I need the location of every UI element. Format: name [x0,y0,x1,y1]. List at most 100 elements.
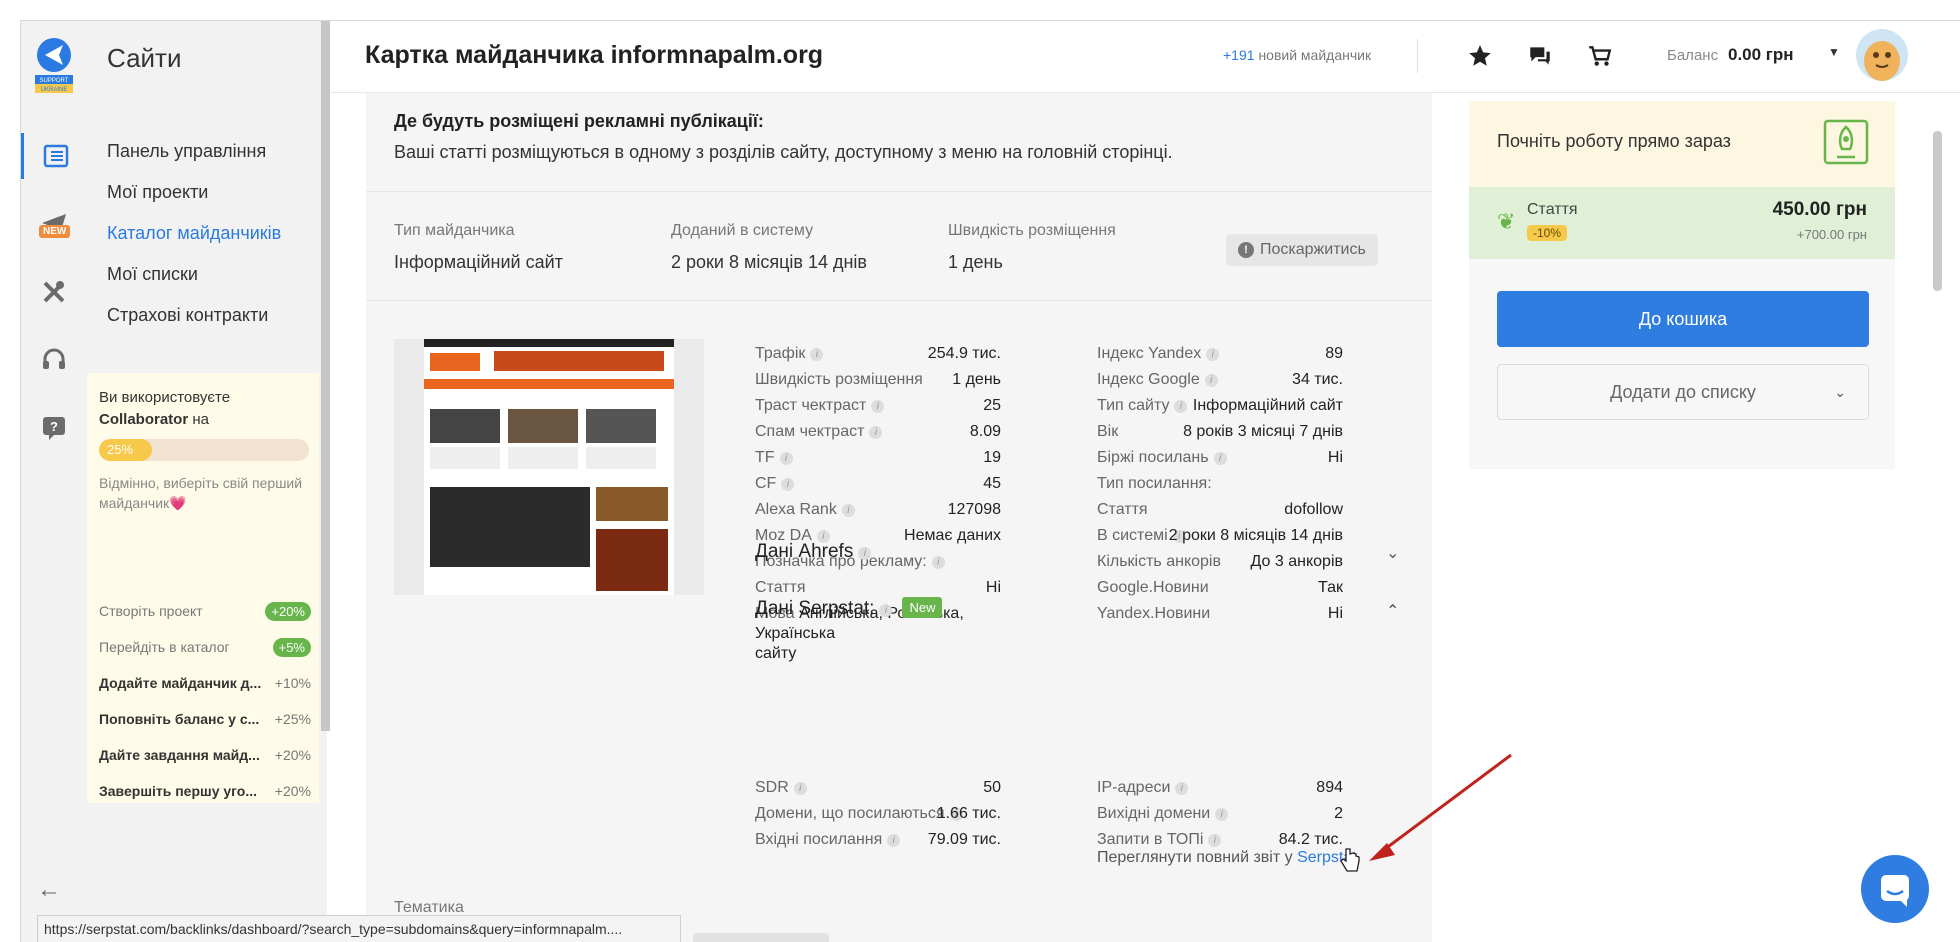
stat-value: Немає даних [904,527,1001,544]
balance-label: Баланс [1667,47,1719,64]
info-icon: i [858,547,872,560]
info-icon[interactable]: i [779,452,793,465]
user-avatar[interactable] [1856,29,1908,81]
stat-label: Швидкість розміщення [755,371,923,388]
serpstat-section-title[interactable]: Дані Serpstat: i New [755,597,943,620]
rocket-icon [1823,119,1869,165]
support-ukraine-logo[interactable]: SUPPORT UKRAINE [33,35,75,95]
support-chat-button[interactable] [1861,855,1929,923]
stat-value: Ні [1327,449,1343,466]
favorites-star-icon[interactable] [1467,43,1493,69]
chevron-up-icon[interactable]: ⌃ [1386,601,1399,621]
balance-caret-icon[interactable]: ▼ [1828,45,1840,59]
stat-value: 1 день [952,371,1001,388]
collaborator-onboarding: Ви використовуєте Collaborator на 25% Ві… [87,373,319,803]
info-icon[interactable]: i [871,400,885,413]
task-points: +10% [274,675,311,691]
info-icon[interactable]: i [1206,348,1220,361]
info-icon[interactable]: i [887,834,901,847]
stat-label: Google.Новини [1097,579,1209,596]
meta-site-type: Тип майданчика Інформаційний сайт [394,222,563,272]
onboarding-task[interactable]: Створіть проект +20% [99,593,311,629]
alert-icon: ! [1238,242,1254,258]
chat-icon[interactable] [1527,43,1553,69]
cart-icon[interactable] [1587,43,1613,69]
stat-label: Домени, що посилаються [755,805,945,822]
add-to-cart-button[interactable]: До кошика [1497,291,1869,347]
site-screenshot[interactable] [394,339,704,595]
stat-row: TF i 19 [755,445,1001,471]
article-price-row[interactable]: ❦ Стаття -10% 450.00 грн +700.00 грн [1469,187,1895,259]
info-icon[interactable]: i [1175,782,1189,795]
info-icon[interactable]: i [841,504,855,517]
info-icon[interactable]: i [869,426,883,439]
info-icon[interactable]: i [1174,400,1188,413]
stat-row: CF i 45 [755,471,1001,497]
onboarding-task[interactable]: Завершіть першу уго... +20% [99,773,311,809]
info-icon[interactable]: i [931,556,945,569]
sidebar: Сайти Панель управління Мої проекти Ката… [87,21,327,942]
onboarding-task[interactable]: Дайте завдання майд... +20% [99,737,311,773]
sidebar-item-projects[interactable]: Мої проекти [107,172,281,213]
stat-label: IP-адреси [1097,779,1171,796]
onboarding-progress-bar: 25% [99,439,309,461]
stat-row: Швидкість розміщення 1 день [755,367,1001,393]
info-icon[interactable]: i [1213,452,1227,465]
stat-label: Трафік [755,345,806,362]
info-icon[interactable]: i [1208,834,1222,847]
stat-label: Тип посилання: [1097,475,1212,492]
stat-label: Біржі посилань [1097,449,1209,466]
sidebar-item-lists[interactable]: Мої списки [107,254,281,295]
support-headset-icon[interactable] [21,337,87,383]
info-icon[interactable]: i [793,782,807,795]
balance-value[interactable]: 0.00 грн [1728,45,1794,65]
chevron-down-icon[interactable]: ⌄ [1834,365,1846,419]
stat-value: 2 [1334,805,1343,822]
partial-button[interactable] [693,933,829,942]
stat-label: Стаття [1097,501,1148,518]
sidebar-item-dashboard[interactable]: Панель управління [107,131,281,172]
stat-value: 50 [983,779,1001,796]
complain-button[interactable]: ! Поскаржитись [1226,234,1378,266]
stat-value: 127098 [947,501,1001,518]
onboarding-task[interactable]: Поповніть баланс у с... +25% [99,701,311,737]
new-sites-counter[interactable]: +191 новий майданчик [1223,47,1371,63]
chevron-down-icon[interactable]: ⌄ [1386,543,1399,563]
onboarding-task[interactable]: Додайте майданчик д... +10% [99,665,311,701]
serpstat-stats-right: IP-адреси i 894 Вихідні домени i 2 Запити в ТО… [1097,775,1343,853]
placement-question: Де будуть розміщені рекламні публікації: [394,111,764,131]
top-bar: Картка майданчика informnapalm.org +191 … [331,21,1960,93]
icon-rail: SUPPORT UKRAINE NEW ? ← [21,21,87,942]
dashboard-nav-icon[interactable] [21,133,87,179]
info-icon[interactable]: i [810,348,824,361]
progress-fill: 25% [99,439,152,461]
stat-row: Вихідні домени i 2 [1097,801,1343,827]
main-scrollbar[interactable] [1933,131,1942,291]
send-icon[interactable] [21,201,87,247]
info-icon[interactable]: i [781,478,795,491]
meta-speed: Швидкість розміщення 1 день [948,222,1116,272]
info-icon[interactable]: i [1215,808,1229,821]
ahrefs-section-title[interactable]: Дані Ahrefs i [755,541,872,563]
help-icon[interactable]: ? [21,405,87,451]
stat-label: Alexa Rank [755,501,837,518]
stat-label: Тип сайту [1097,397,1170,414]
stat-row: В системі i 2 роки 8 місяців 14 днів [1097,523,1343,549]
collapse-arrow-icon[interactable]: ← [37,876,61,904]
stat-value: Інформаційний сайт [1192,397,1343,414]
info-icon[interactable]: i [1204,374,1218,387]
sidebar-item-catalog[interactable]: Каталог майданчиків [107,213,281,254]
task-points: +5% [272,637,311,657]
svg-text:?: ? [50,419,58,434]
info-icon: i [879,604,893,617]
stat-row: Трафік i 254.9 тис. [755,341,1001,367]
sidebar-scrollbar[interactable] [321,21,330,731]
sidebar-item-insurance[interactable]: Страхові контракти [107,295,281,336]
stat-label: Стаття [755,579,806,596]
onboarding-task[interactable]: Перейдіть в каталог +5% [99,629,311,665]
sidebar-title: Сайти [107,43,182,73]
article-price: 450.00 грн [1772,199,1867,220]
add-to-list-button[interactable]: Додати до списку ⌄ [1497,364,1869,420]
stat-row: Вік 8 років 3 місяці 7 днів [1097,419,1343,445]
tools-icon[interactable] [21,269,87,315]
